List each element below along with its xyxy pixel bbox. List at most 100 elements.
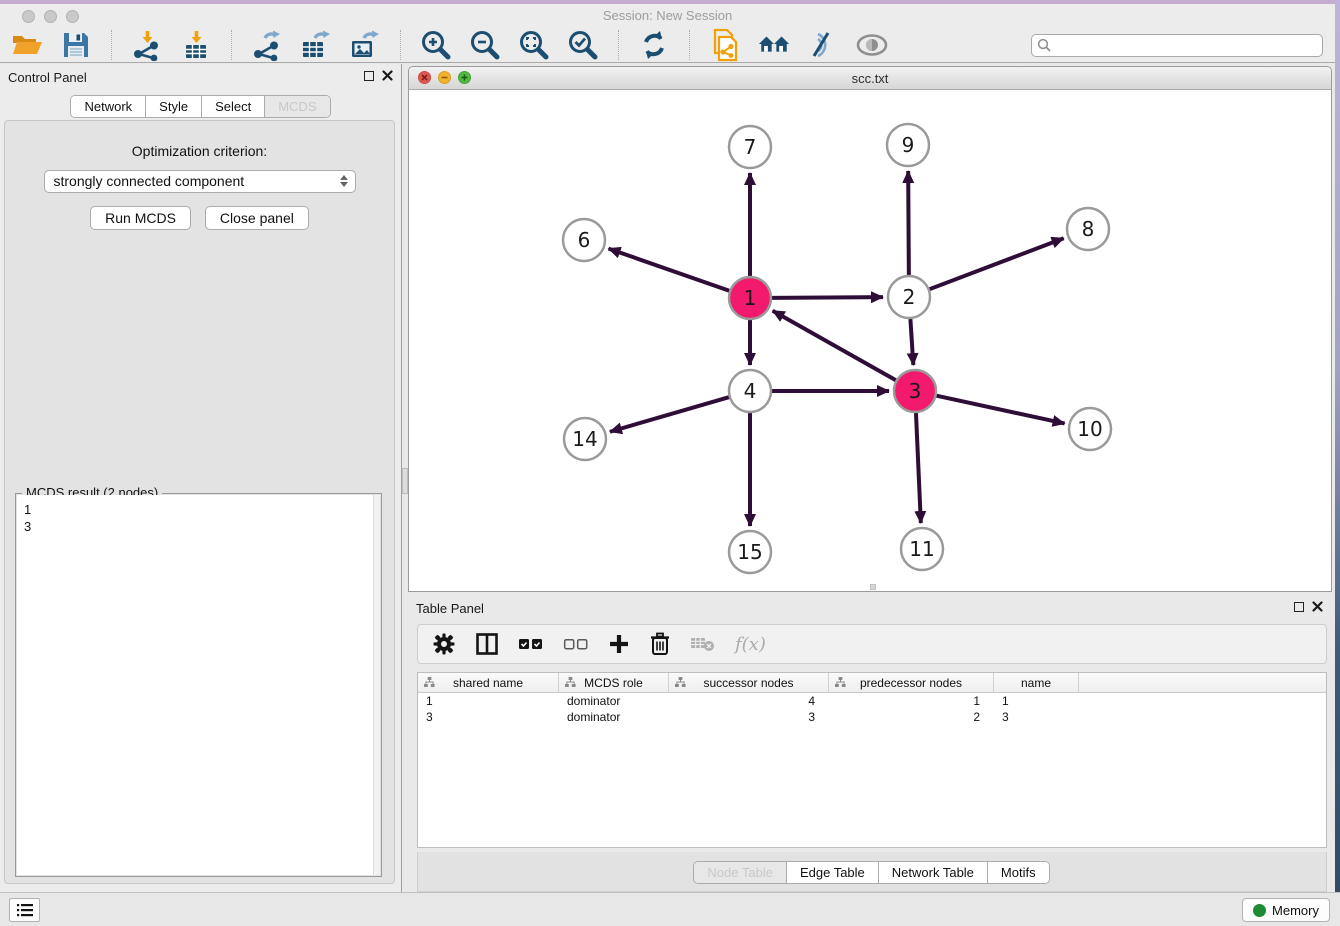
edge-3-1[interactable] (773, 311, 896, 380)
float-table-panel-icon[interactable] (1294, 602, 1304, 612)
edge-3-10[interactable] (936, 396, 1064, 424)
table-cell: dominator (559, 693, 669, 709)
show-graphics-details-icon[interactable] (806, 29, 840, 61)
show-hide-panels-icon[interactable] (757, 29, 791, 61)
main-toolbar (0, 28, 1335, 63)
table-row[interactable]: 1dominator411 (418, 693, 1326, 709)
edge-4-14[interactable] (610, 397, 729, 432)
node-label-3: 3 (909, 379, 922, 403)
delete-column-icon[interactable] (649, 632, 671, 656)
network-graph: 7968124314101511 (409, 90, 1331, 591)
tab-network[interactable]: Network (71, 96, 145, 117)
import-network-icon[interactable] (130, 29, 164, 61)
node-label-9: 9 (902, 133, 915, 157)
search-input[interactable] (1031, 34, 1323, 57)
tab-edge-table[interactable]: Edge Table (786, 862, 878, 883)
network-window-titlebar[interactable]: scc.txt (409, 67, 1331, 90)
toolbar-separator (689, 30, 690, 60)
optimization-criterion-select[interactable]: strongly connected component (44, 170, 356, 193)
column-header-successor-nodes[interactable]: successor nodes (669, 673, 829, 692)
table-panel: Table Panel (408, 596, 1335, 892)
zoom-fit-icon[interactable] (517, 29, 551, 61)
table-toolbar: f(x) (417, 624, 1327, 664)
mcds-panel: Optimization criterion: strongly connect… (4, 120, 395, 884)
table-header-row: shared nameMCDS rolesuccessor nodesprede… (418, 673, 1326, 693)
column-header-name[interactable]: name (994, 673, 1079, 692)
result-scrollbar[interactable] (373, 495, 380, 875)
tab-node-table[interactable]: Node Table (694, 862, 786, 883)
select-all-columns-icon[interactable] (518, 635, 544, 653)
node-label-7: 7 (744, 135, 757, 159)
export-table-icon[interactable] (299, 29, 333, 61)
export-network-icon[interactable] (250, 29, 284, 61)
zoom-selected-icon[interactable] (566, 29, 600, 61)
mcds-result-text: 1 3 (17, 495, 380, 535)
table-row[interactable]: 3dominator323 (418, 709, 1326, 725)
node-label-10: 10 (1077, 417, 1102, 441)
node-label-1: 1 (744, 286, 757, 310)
table-settings-icon[interactable] (432, 632, 456, 656)
tab-style[interactable]: Style (145, 96, 201, 117)
save-session-icon[interactable] (59, 29, 93, 61)
edge-2-9[interactable] (908, 171, 909, 275)
toolbar-separator (618, 30, 619, 60)
edge-2-3[interactable] (910, 319, 913, 365)
add-column-icon[interactable] (608, 633, 630, 655)
table-cell: 1 (829, 693, 994, 709)
control-panel-tabs: NetworkStyleSelectMCDS (0, 95, 401, 118)
node-label-15: 15 (737, 540, 762, 564)
float-panel-icon[interactable] (364, 71, 374, 81)
tab-motifs[interactable]: Motifs (987, 862, 1049, 883)
edge-1-2[interactable] (772, 297, 883, 298)
close-panel-button[interactable]: Close panel (205, 206, 309, 230)
apply-function-icon: f(x) (735, 634, 766, 655)
tab-select[interactable]: Select (201, 96, 264, 117)
column-header-MCDS-role[interactable]: MCDS role (559, 673, 669, 692)
zoom-out-icon[interactable] (468, 29, 502, 61)
column-header-shared-name[interactable]: shared name (418, 673, 559, 692)
status-bar: Memory (0, 892, 1340, 926)
table-body: 1dominator4113dominator323 (418, 693, 1326, 725)
node-label-8: 8 (1082, 217, 1095, 241)
memory-button[interactable]: Memory (1242, 898, 1330, 922)
table-cell: 4 (669, 693, 829, 709)
toggle-bird-view-icon[interactable] (855, 29, 889, 61)
node-label-4: 4 (744, 379, 757, 403)
close-table-panel-icon[interactable] (1312, 601, 1323, 612)
desktop-edge-top (0, 0, 1340, 4)
mcds-result-group: MCDS result (2 nodes) 1 3 (15, 493, 382, 877)
close-panel-icon[interactable] (382, 70, 393, 81)
column-header-predecessor-nodes[interactable]: predecessor nodes (829, 673, 994, 692)
canvas-resize-grip[interactable] (870, 584, 876, 590)
tab-network-table[interactable]: Network Table (878, 862, 987, 883)
table-panel-title: Table Panel (416, 601, 484, 616)
open-session-icon[interactable] (10, 29, 44, 61)
toolbar-separator (400, 30, 401, 60)
network-canvas[interactable]: 7968124314101511 (409, 90, 1331, 591)
run-mcds-button[interactable]: Run MCDS (90, 206, 191, 230)
zoom-in-icon[interactable] (419, 29, 453, 61)
control-panel-title: Control Panel (8, 70, 87, 85)
import-table-icon[interactable] (179, 29, 213, 61)
task-history-button[interactable] (9, 898, 40, 922)
panel-splitter-handle[interactable] (402, 468, 408, 494)
network-view-window: scc.txt 7968124314101511 (408, 66, 1332, 592)
edge-3-11[interactable] (916, 413, 921, 523)
deselect-all-columns-icon[interactable] (563, 635, 589, 653)
export-image-icon[interactable] (348, 29, 382, 61)
memory-status-icon (1253, 904, 1266, 917)
mcds-result-area[interactable]: 1 3 (17, 495, 380, 875)
network-view-title: scc.txt (409, 71, 1331, 86)
node-label-6: 6 (578, 228, 591, 252)
table-cell: 3 (669, 709, 829, 725)
delete-table-icon (690, 634, 716, 654)
desktop-edge-right (1335, 0, 1340, 926)
titlebar: Session: New Session (0, 4, 1335, 28)
table-cell: 1 (994, 693, 1079, 709)
show-columns-icon[interactable] (475, 632, 499, 656)
refresh-icon[interactable] (637, 29, 671, 61)
duplicate-network-icon[interactable] (708, 29, 742, 61)
edge-1-6[interactable] (609, 249, 730, 291)
tab-mcds[interactable]: MCDS (264, 96, 329, 117)
edge-2-8[interactable] (930, 238, 1064, 289)
